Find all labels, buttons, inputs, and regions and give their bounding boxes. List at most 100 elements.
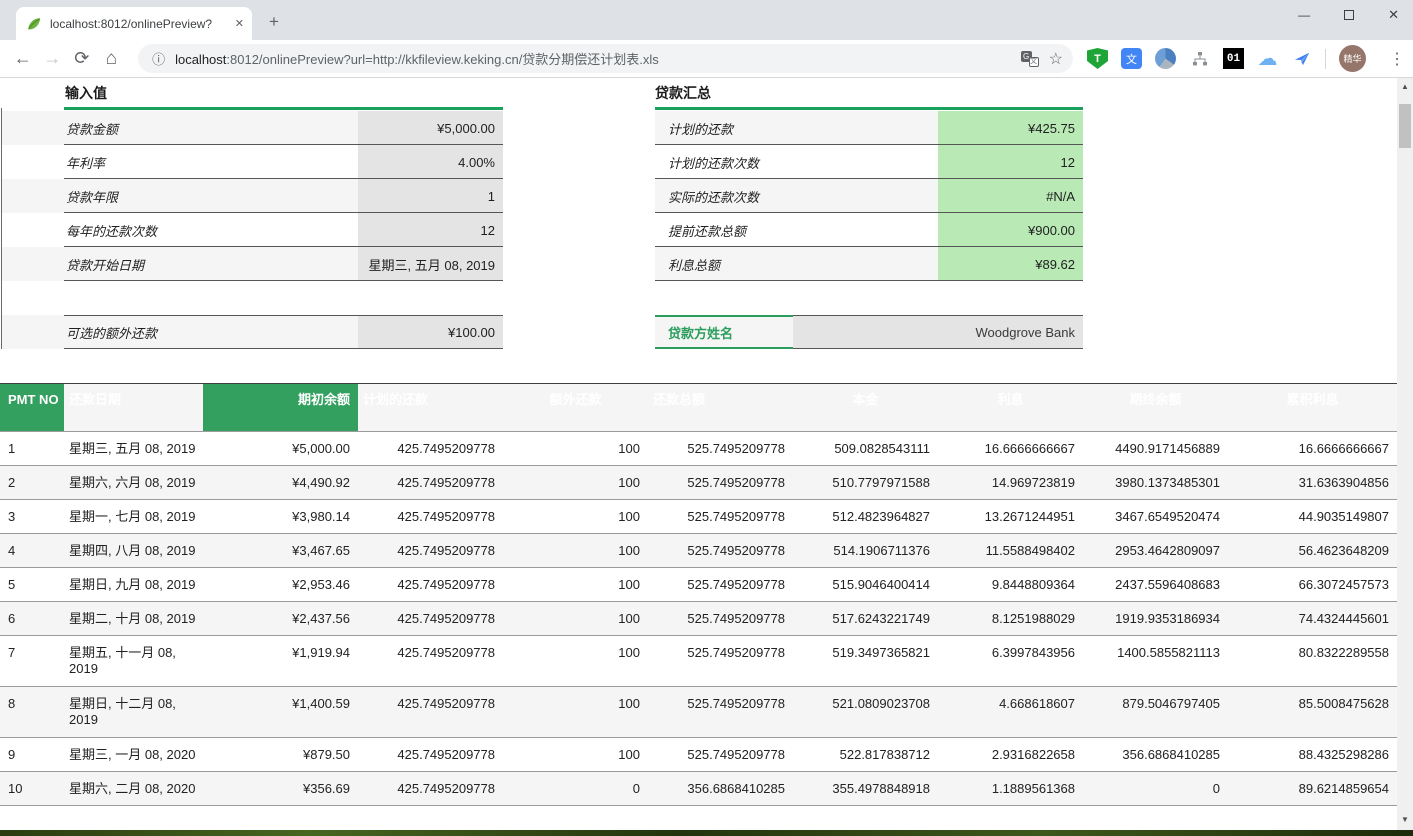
row-value: ¥5,000.00 bbox=[358, 111, 503, 145]
schedule-header-cell: 额外还款 bbox=[503, 384, 648, 431]
bookmark-star-icon[interactable]: ☆ bbox=[1049, 49, 1063, 69]
schedule-cell: 2 bbox=[0, 466, 64, 499]
minimize-button[interactable]: — bbox=[1298, 8, 1310, 22]
schedule-cell: 3467.6549520474 bbox=[1083, 500, 1228, 533]
schedule-cell: 星期日, 九月 08, 2019 bbox=[64, 568, 203, 601]
tampermonkey-extension-icon[interactable]: T bbox=[1087, 48, 1108, 69]
schedule-cell: ¥5,000.00 bbox=[203, 432, 358, 465]
maximize-button[interactable] bbox=[1344, 10, 1354, 20]
schedule-cell: 31.6363904856 bbox=[1228, 466, 1397, 499]
schedule-cell: ¥1,400.59 bbox=[203, 687, 358, 737]
table-row: 贷款开始日期星期三, 五月 08, 2019 bbox=[2, 247, 503, 281]
schedule-cell: ¥4,490.92 bbox=[203, 466, 358, 499]
scrollbar-thumb[interactable] bbox=[1399, 104, 1411, 148]
schedule-cell: 525.7495209778 bbox=[648, 636, 793, 686]
tab-close-icon[interactable]: ✕ bbox=[235, 17, 244, 30]
summary-section-title: 贷款汇总 bbox=[655, 83, 711, 103]
reload-button[interactable]: ⟳ bbox=[67, 48, 97, 69]
tab-title: localhost:8012/onlinePreview? bbox=[50, 17, 229, 31]
schedule-cell: 4.668618607 bbox=[938, 687, 1083, 737]
address-bar[interactable]: ⓘ localhost:8012/onlinePreview?url=http:… bbox=[138, 44, 1073, 73]
row-label: 贷款开始日期 bbox=[2, 255, 358, 274]
schedule-cell: 1.1889561368 bbox=[938, 772, 1083, 805]
schedule-cell: 星期一, 七月 08, 2019 bbox=[64, 500, 203, 533]
schedule-cell: 519.3497365821 bbox=[793, 636, 938, 686]
schedule-cell: 星期四, 八月 08, 2019 bbox=[64, 534, 203, 567]
schedule-cell: 525.7495209778 bbox=[648, 687, 793, 737]
schedule-header-cell: 还款总额 bbox=[648, 384, 793, 431]
amortization-schedule-table: PMT NO还款日期期初余额计划的还款额外还款还款总额本金利息期终余额累积利息1… bbox=[0, 383, 1397, 806]
schedule-cell: 100 bbox=[503, 738, 648, 771]
vertical-scrollbar[interactable]: ▲ ▼ bbox=[1397, 78, 1413, 836]
schedule-cell: 9 bbox=[0, 738, 64, 771]
browser-menu-icon[interactable]: ⋮ bbox=[1389, 49, 1405, 69]
scroll-down-icon[interactable]: ▼ bbox=[1397, 815, 1413, 824]
row-value: ¥89.62 bbox=[938, 247, 1083, 281]
schedule-cell: 0 bbox=[503, 772, 648, 805]
browser-tab[interactable]: localhost:8012/onlinePreview? ✕ bbox=[16, 7, 252, 40]
schedule-cell: 4 bbox=[0, 534, 64, 567]
new-tab-button[interactable]: + bbox=[262, 12, 286, 32]
table-row: 年利率4.00% bbox=[2, 145, 503, 179]
home-button[interactable]: ⌂ bbox=[97, 48, 127, 70]
schedule-cell: 星期五, 十一月 08, 2019 bbox=[64, 636, 203, 686]
proxy-switcher-extension-icon[interactable] bbox=[1155, 48, 1176, 69]
schedule-cell: ¥2,953.46 bbox=[203, 568, 358, 601]
schedule-cell: 515.9046400414 bbox=[793, 568, 938, 601]
page-info-icon[interactable]: ⓘ bbox=[152, 49, 165, 68]
table-row: 计划的还款¥425.75 bbox=[655, 111, 1083, 145]
row-value: ¥900.00 bbox=[938, 213, 1083, 247]
schedule-cell: 星期六, 六月 08, 2019 bbox=[64, 466, 203, 499]
schedule-cell: 66.3072457573 bbox=[1228, 568, 1397, 601]
schedule-cell: 85.5008475628 bbox=[1228, 687, 1397, 737]
extra-payment-value: ¥100.00 bbox=[358, 315, 503, 349]
schedule-cell: 425.7495209778 bbox=[358, 568, 503, 601]
schedule-cell: 525.7495209778 bbox=[648, 568, 793, 601]
profile-avatar[interactable]: 精华 bbox=[1339, 45, 1366, 72]
table-row: 贷款年限1 bbox=[2, 179, 503, 213]
row-label: 实际的还款次数 bbox=[655, 187, 938, 206]
row-label: 利息总额 bbox=[655, 255, 938, 274]
translate-extension-icon[interactable]: 文 bbox=[1121, 48, 1142, 69]
spreadsheet-preview: 输入值 贷款汇总 贷款金额¥5,000.00年利率4.00%贷款年限1每年的还款… bbox=[0, 78, 1413, 836]
schedule-cell: 16.6666666667 bbox=[938, 432, 1083, 465]
url-text[interactable]: localhost:8012/onlinePreview?url=http://… bbox=[175, 49, 1011, 68]
schedule-cell: 89.6214859654 bbox=[1228, 772, 1397, 805]
schedule-cell: 星期二, 十月 08, 2019 bbox=[64, 602, 203, 635]
row-value: 1 bbox=[358, 179, 503, 213]
schedule-cell: 100 bbox=[503, 636, 648, 686]
inputs-table: 贷款金额¥5,000.00年利率4.00%贷款年限1每年的还款次数12贷款开始日… bbox=[2, 111, 503, 281]
translate-page-icon[interactable]: T G 文 bbox=[1021, 51, 1039, 67]
bird-extension-icon[interactable] bbox=[1291, 48, 1312, 69]
tab-strip: localhost:8012/onlinePreview? ✕ + — ✕ bbox=[0, 0, 1413, 40]
schedule-cell: 6 bbox=[0, 602, 64, 635]
extra-payment-row: 可选的额外还款 ¥100.00 bbox=[2, 315, 503, 349]
scroll-up-icon[interactable]: ▲ bbox=[1397, 82, 1413, 91]
spring-leaf-favicon bbox=[26, 16, 42, 32]
close-button[interactable]: ✕ bbox=[1388, 7, 1399, 23]
back-button[interactable]: ← bbox=[8, 48, 38, 69]
schedule-cell: 11.5588498402 bbox=[938, 534, 1083, 567]
url-rest: :8012/onlinePreview?url=http://kkfilevie… bbox=[226, 52, 658, 67]
table-row: 利息总额¥89.62 bbox=[655, 247, 1083, 281]
cloud-extension-icon[interactable]: ☁ bbox=[1257, 48, 1278, 69]
schedule-cell: 2437.5596408683 bbox=[1083, 568, 1228, 601]
schedule-cell: 100 bbox=[503, 568, 648, 601]
forward-button[interactable]: → bbox=[38, 48, 68, 69]
schedule-cell: 100 bbox=[503, 602, 648, 635]
schedule-header-cell: 还款日期 bbox=[64, 384, 203, 431]
zero-one-extension-icon[interactable]: 01 bbox=[1223, 48, 1244, 69]
table-row: 实际的还款次数#N/A bbox=[655, 179, 1083, 213]
schedule-cell: 1 bbox=[0, 432, 64, 465]
schedule-cell: 100 bbox=[503, 432, 648, 465]
schedule-row: 8星期日, 十二月 08, 2019¥1,400.59425.749520977… bbox=[0, 687, 1397, 738]
schedule-cell: 1400.5855821113 bbox=[1083, 636, 1228, 686]
schedule-cell: 6.3997843956 bbox=[938, 636, 1083, 686]
schedule-header-cell: 累积利息 bbox=[1228, 384, 1397, 431]
sitemap-extension-icon[interactable] bbox=[1189, 48, 1210, 69]
schedule-row: 5星期日, 九月 08, 2019¥2,953.46425.7495209778… bbox=[0, 568, 1397, 602]
lender-name-value: Woodgrove Bank bbox=[793, 315, 1083, 349]
row-label: 计划的还款 bbox=[655, 119, 938, 138]
schedule-cell: 425.7495209778 bbox=[358, 738, 503, 771]
row-label: 提前还款总额 bbox=[655, 221, 938, 240]
